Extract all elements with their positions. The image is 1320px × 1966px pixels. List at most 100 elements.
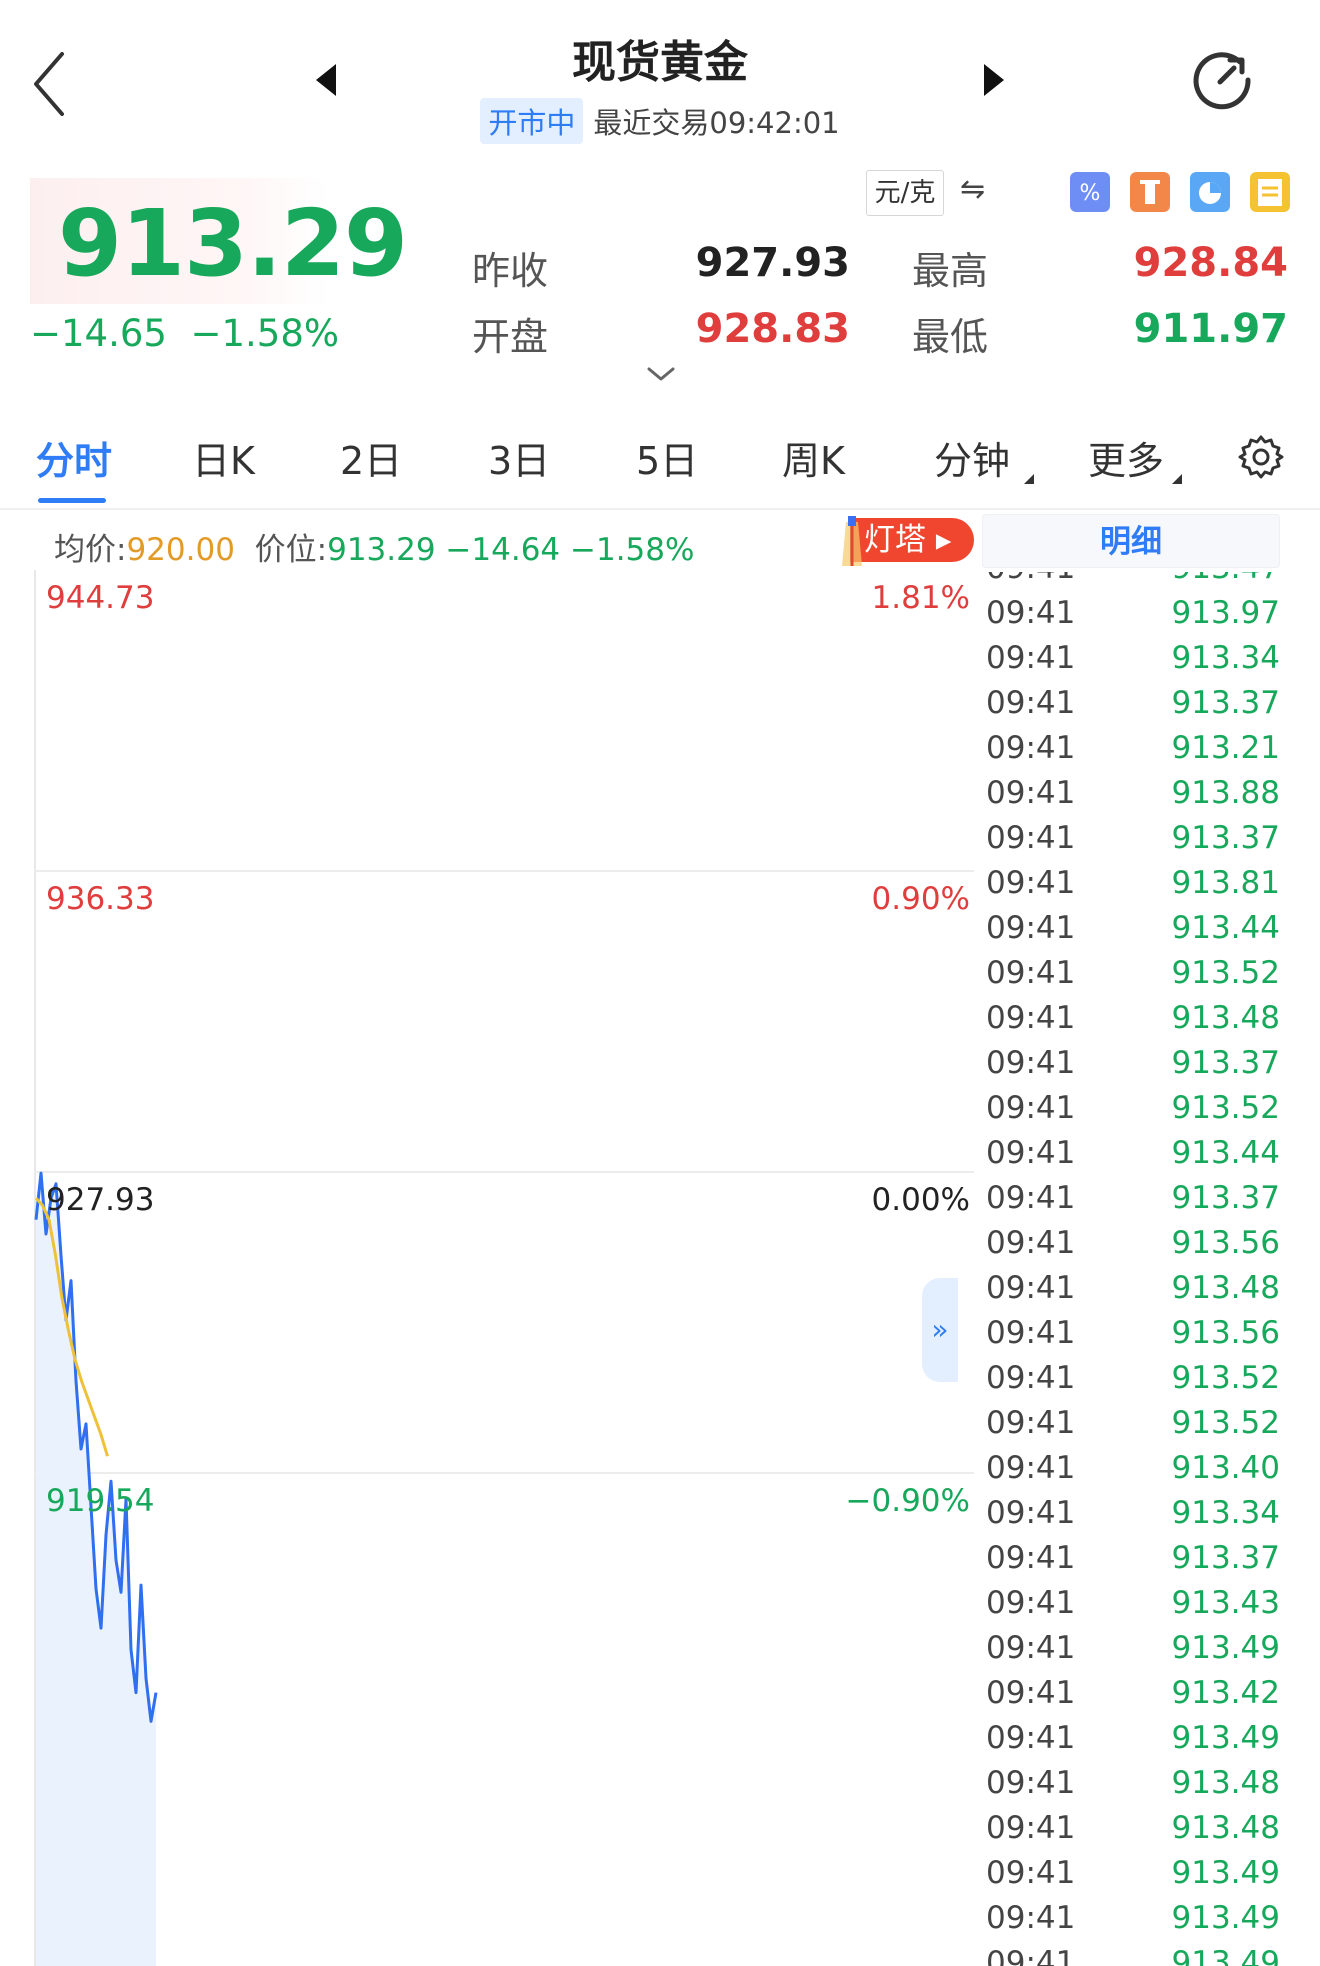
- tab-more[interactable]: 更多: [1088, 430, 1164, 485]
- chart-info-bar: 均价:920.00 价位:913.29 −14.64 −1.58%: [54, 524, 694, 569]
- detail-row: 09:41 913.44: [984, 1131, 1280, 1176]
- tab-intraday[interactable]: 分时: [36, 430, 112, 485]
- detail-row: 09:41 913.34: [984, 1491, 1280, 1536]
- open-label: 开盘: [472, 315, 549, 359]
- current-price: 913.29: [58, 190, 408, 297]
- change-value: −14.65: [30, 312, 167, 355]
- detail-time: 09:41: [986, 1585, 1076, 1621]
- intraday-chart[interactable]: 944.73 1.81% 936.33 0.90% 927.93 0.00% 919.54 −…: [34, 570, 974, 1966]
- detail-row: 09:41 913.48: [984, 996, 1280, 1041]
- detail-price: 913.34: [1171, 1495, 1280, 1531]
- detail-time: 09:41: [986, 595, 1076, 631]
- y-axis-right-label: 1.81%: [872, 580, 970, 616]
- detail-price: 913.37: [1171, 1540, 1280, 1576]
- detail-time: 09:41: [986, 1270, 1076, 1306]
- tab-minute[interactable]: 分钟: [934, 430, 1010, 485]
- detail-price: 913.37: [1171, 1180, 1280, 1216]
- detail-price: 913.34: [1171, 640, 1280, 676]
- detail-price: 913.49: [1171, 1900, 1280, 1936]
- price-change: −14.65 −1.58%: [30, 312, 339, 355]
- pie-chart-tool-icon[interactable]: [1190, 172, 1230, 212]
- detail-time: 09:41: [986, 1405, 1076, 1441]
- detail-time: 09:41: [986, 1495, 1076, 1531]
- detail-price: 913.56: [1171, 1315, 1280, 1351]
- next-instrument-icon[interactable]: [984, 64, 1004, 96]
- detail-time: 09:41: [986, 730, 1076, 766]
- detail-row: 09:41 913.43: [984, 1581, 1280, 1626]
- detail-price: 913.88: [1171, 775, 1280, 811]
- detail-row: 09:41 913.56: [984, 1311, 1280, 1356]
- detail-time: 09:41: [986, 1090, 1076, 1126]
- high-label: 最高: [912, 249, 989, 293]
- detail-tab[interactable]: 明细: [982, 514, 1280, 568]
- detail-price: 913.52: [1171, 1360, 1280, 1396]
- detail-price: 913.48: [1171, 1765, 1280, 1801]
- swap-icon[interactable]: ⇋: [960, 172, 985, 207]
- detail-row: 09:41 913.37: [984, 1176, 1280, 1221]
- detail-row: 09:41 913.52: [984, 1086, 1280, 1131]
- vip-tool-icon[interactable]: [1250, 172, 1290, 212]
- tab-5day[interactable]: 5日: [636, 430, 698, 485]
- y-axis-left-label: 927.93: [46, 1182, 154, 1218]
- detail-time: 09:41: [986, 1045, 1076, 1081]
- low-label: 最低: [912, 315, 989, 359]
- tab-daily-k[interactable]: 日K: [192, 430, 255, 485]
- high-value: 928.84: [1133, 240, 1288, 286]
- detail-row: 09:41 913.52: [984, 951, 1280, 996]
- tab-3day[interactable]: 3日: [488, 430, 550, 485]
- detail-time: 09:41: [986, 1315, 1076, 1351]
- detail-time: 09:41: [986, 955, 1076, 991]
- y-axis-right-label: 0.90%: [872, 881, 970, 917]
- tab-weekly-k[interactable]: 周K: [782, 430, 845, 485]
- percent-tool-icon[interactable]: %: [1070, 172, 1110, 212]
- minute-dropdown-icon: [1024, 474, 1034, 484]
- detail-time: 09:41: [986, 1720, 1076, 1756]
- page-title: 现货黄金: [572, 37, 748, 88]
- avg-price-value: 920.00: [126, 532, 235, 568]
- trade-detail-list[interactable]: 09:41 913.47 09:41 913.97 09:41 913.34 09:41 91…: [984, 572, 1280, 1966]
- active-tab-indicator: [38, 498, 106, 503]
- prev-close-label: 昨收: [472, 249, 549, 293]
- lighthouse-tool-icon[interactable]: [1130, 172, 1170, 212]
- detail-price: 913.81: [1171, 865, 1280, 901]
- last-trade-time: 最近交易09:42:01: [593, 106, 840, 140]
- detail-time: 09:41: [986, 1900, 1076, 1936]
- detail-price: 913.52: [1171, 1090, 1280, 1126]
- market-status-badge: 开市中: [480, 98, 584, 144]
- detail-row: 09:41 913.52: [984, 1356, 1280, 1401]
- more-dropdown-icon: [1172, 474, 1182, 484]
- detail-price: 913.21: [1171, 730, 1280, 766]
- change-percent: −1.58%: [190, 312, 340, 355]
- detail-row: 09:41 913.48: [984, 1806, 1280, 1851]
- lighthouse-icon: [842, 516, 862, 566]
- detail-row: 09:41 913.37: [984, 816, 1280, 861]
- detail-row: 09:41 913.97: [984, 591, 1280, 636]
- detail-time: 09:41: [986, 1450, 1076, 1486]
- detail-price: 913.37: [1171, 820, 1280, 856]
- detail-price: 913.40: [1171, 1450, 1280, 1486]
- expand-chevron-icon[interactable]: [646, 366, 676, 382]
- refresh-icon[interactable]: [1190, 48, 1254, 112]
- detail-row: 09:41 913.37: [984, 681, 1280, 726]
- detail-price: 913.42: [1171, 1675, 1280, 1711]
- settings-gear-icon[interactable]: [1238, 434, 1284, 480]
- tabs-divider: [0, 508, 1320, 510]
- detail-time: 09:41: [986, 1000, 1076, 1036]
- detail-time: 09:41: [986, 1810, 1076, 1846]
- unit-selector[interactable]: 元/克: [866, 170, 944, 216]
- detail-price: 913.48: [1171, 1270, 1280, 1306]
- expand-panel-button[interactable]: »: [922, 1278, 958, 1382]
- detail-row: 09:41 913.44: [984, 906, 1280, 951]
- detail-time: 09:41: [986, 910, 1076, 946]
- detail-price: 913.49: [1171, 1630, 1280, 1666]
- detail-row: 09:41 913.49: [984, 1716, 1280, 1761]
- detail-row: 09:41 913.56: [984, 1221, 1280, 1266]
- detail-row: 09:41 913.81: [984, 861, 1280, 906]
- lighthouse-label: 灯塔: [864, 522, 926, 558]
- detail-price: 913.37: [1171, 685, 1280, 721]
- detail-time: 09:41: [986, 1225, 1076, 1261]
- detail-row: 09:41 913.34: [984, 636, 1280, 681]
- tab-2day[interactable]: 2日: [340, 430, 402, 485]
- y-axis-left-label: 936.33: [46, 881, 154, 917]
- detail-row: 09:41 913.52: [984, 1401, 1280, 1446]
